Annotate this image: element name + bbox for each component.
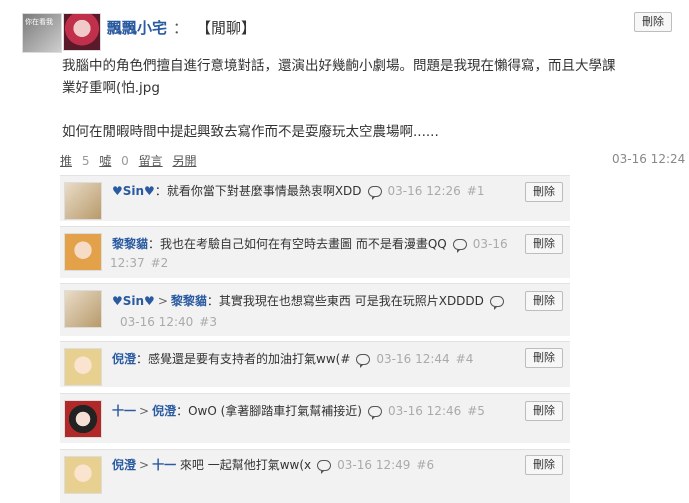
comment-author[interactable]: 十一 [112, 404, 136, 418]
comment-text-line: 黎黎貓：我也在考驗自己如何在有空時去畫圖 而不是看漫畫QQ 03-16 [112, 234, 508, 254]
reply-bubble-icon[interactable] [489, 296, 504, 310]
commenter-avatar[interactable] [64, 456, 102, 494]
comment-index: #4 [455, 352, 474, 366]
comment-time: 03-16 12:49 [337, 458, 411, 472]
comment: 黎黎貓：我也在考驗自己如何在有空時去畫圖 而不是看漫畫QQ 03-16 12:37… [60, 226, 570, 278]
comment-index: #2 [150, 256, 169, 270]
comment-delete-button[interactable]: 刪除 [525, 182, 563, 202]
post-timestamp: 03-16 12:24 [612, 152, 686, 166]
reply-arrow: > [157, 294, 168, 308]
post: 你在看我 飄飄小宅 ： 【閒聊】 刪除 我腦中的角色們擅自進行意境對話，還演出好… [0, 0, 689, 503]
reply-bubble-icon[interactable] [317, 460, 332, 474]
reply-arrow: > [139, 458, 150, 472]
comment-reply-target[interactable]: 黎黎貓 [171, 294, 207, 308]
reply-arrow: > [139, 404, 150, 418]
comment: 倪澄：感覺還是要有支持者的加油打氣ww(# 03-16 12:44 #4 刪除 [60, 341, 570, 387]
post-actions: 推 5 噓 0 留言 另開 [60, 152, 196, 169]
comment-body: ：感覺還是要有支持者的加油打氣ww(# [136, 352, 351, 366]
comment-text-line: ♥Sin♥：就看你當下對甚麼事情最熱衷啊XDD 03-16 12:26 #1 [112, 181, 485, 201]
comment: 十一 > 倪澄：OwO (拿著腳踏車打氣幫補接近) 03-16 12:46 #5 刪除 [60, 393, 570, 443]
comment-author[interactable]: 黎黎貓 [112, 237, 148, 251]
commenter-avatar[interactable] [64, 233, 102, 271]
post-category: 【閒聊】 [196, 19, 257, 37]
commenter-avatar[interactable] [64, 348, 102, 386]
comment-body: ：就看你當下對甚麼事情最熱衷啊XDD [154, 184, 362, 198]
comment-body: ：OwO (拿著腳踏車打氣幫補接近) [176, 404, 362, 418]
reply-bubble-icon[interactable] [452, 239, 467, 253]
reply-bubble-icon[interactable] [367, 186, 382, 200]
comment-delete-button[interactable]: 刪除 [525, 291, 563, 311]
comment-reply-target[interactable]: 十一 [152, 458, 176, 472]
comment: ♥Sin♥ > 黎黎貓：其實我現在也想寫些東西 可是我在玩照片XDDDD 03-16… [60, 283, 570, 336]
comment-time: 03-16 12:44 [376, 352, 450, 366]
author-avatar[interactable] [63, 13, 101, 51]
comment-author[interactable]: ♥Sin♥ [112, 294, 155, 308]
comment-delete-button[interactable]: 刪除 [525, 348, 563, 368]
comment-time: 03-16 12:46 [387, 404, 462, 418]
comment-reply-target[interactable]: 倪澄 [152, 404, 176, 418]
push-link[interactable]: 推 [60, 154, 72, 168]
reply-bubble-icon[interactable] [356, 354, 371, 368]
comment-index: #1 [466, 184, 485, 198]
commenter-avatar[interactable] [64, 290, 102, 328]
post-body-line: 如何在閒暇時間中提起興致去寫作而不是耍廢玩太空農場啊...... [62, 124, 439, 140]
commenter-avatar[interactable] [64, 400, 102, 438]
comment: 倪澄 > 十一 來吧 一起幫他打氣ww(x 03-16 12:49 #6 刪除 [60, 449, 570, 503]
comment-time: 03-16 12:40 [120, 315, 194, 329]
post-body: 我腦中的角色們擅自進行意境對話，還演出好幾齣小劇場。問題是我現在懶得寫，而且大學… [62, 55, 682, 143]
author-separator: ： [173, 19, 189, 37]
comment-index: #3 [199, 315, 217, 329]
comment-time-cont: 12:37 [110, 256, 145, 270]
comment-text-line2: 03-16 12:40 #3 [120, 315, 217, 329]
comment-index: #6 [416, 458, 435, 472]
comment-index: #5 [467, 404, 485, 418]
comment: ♥Sin♥：就看你當下對甚麼事情最熱衷啊XDD 03-16 12:26 #1 刪除 [60, 175, 570, 221]
post-delete-button[interactable]: 刪除 [634, 12, 672, 32]
comment-delete-button[interactable]: 刪除 [525, 234, 563, 254]
comment-delete-button[interactable]: 刪除 [525, 401, 563, 421]
comment-author[interactable]: 倪澄 [112, 352, 136, 366]
comment-body: ：其實我現在也想寫些東西 可是我在玩照片XDDDD [206, 294, 484, 308]
comment-time: 03-16 [472, 237, 508, 251]
post-author[interactable]: 飄飄小宅 [107, 17, 167, 38]
reply-bubble-icon[interactable] [367, 406, 382, 420]
commenter-avatar[interactable] [64, 182, 102, 220]
post-body-blank [62, 99, 682, 121]
comment-text-line: 十一 > 倪澄：OwO (拿著腳踏車打氣幫補接近) 03-16 12:46 #5 [112, 401, 485, 421]
share-link[interactable]: 另開 [172, 154, 196, 168]
comment-time: 03-16 12:26 [387, 184, 461, 198]
comment-delete-button[interactable]: 刪除 [525, 455, 563, 475]
push-count: 5 [81, 154, 90, 168]
comment-text-line2: 12:37 #2 [110, 256, 168, 270]
reply-link[interactable]: 留言 [139, 154, 163, 168]
boo-count: 0 [121, 154, 129, 168]
comment-body: ：我也在考驗自己如何在有空時去畫圖 而不是看漫畫QQ [148, 237, 447, 251]
comment-body: 來吧 一起幫他打氣ww(x [176, 458, 312, 472]
board-avatar-text: 你在看我 [25, 18, 53, 26]
boo-link[interactable]: 噓 [99, 154, 111, 168]
comment-text-line: 倪澄 > 十一 來吧 一起幫他打氣ww(x 03-16 12:49 #6 [112, 455, 434, 475]
post-body-line: 我腦中的角色們擅自進行意境對話，還演出好幾齣小劇場。問題是我現在懶得寫，而且大學… [62, 58, 616, 74]
board-avatar[interactable]: 你在看我 [22, 13, 62, 53]
comment-author[interactable]: ♥Sin♥ [112, 184, 155, 198]
comment-author[interactable]: 倪澄 [112, 458, 136, 472]
comment-text-line: 倪澄：感覺還是要有支持者的加油打氣ww(# 03-16 12:44 #4 [112, 349, 473, 369]
comment-text-line: ♥Sin♥ > 黎黎貓：其實我現在也想寫些東西 可是我在玩照片XDDDD [112, 291, 504, 311]
post-body-line: 業好重啊(怕.jpg [62, 80, 160, 96]
